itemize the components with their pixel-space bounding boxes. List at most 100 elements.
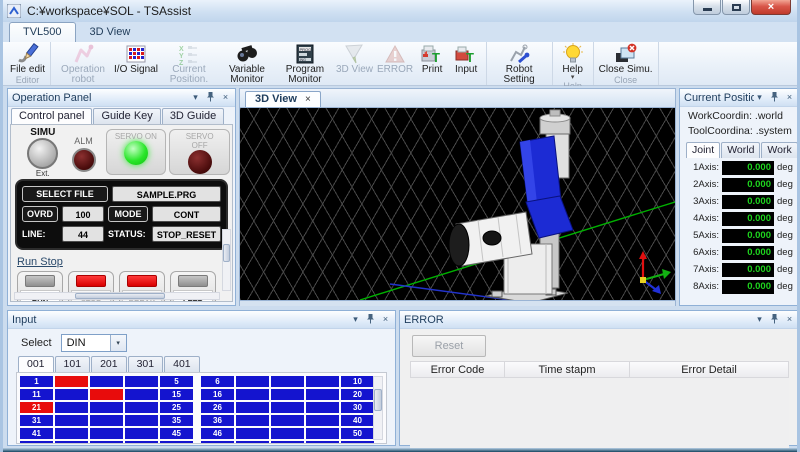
din-cell[interactable]: 25 <box>160 402 193 413</box>
chevron-down-icon[interactable]: ▾ <box>754 315 765 324</box>
close-button[interactable]: × <box>751 0 791 15</box>
grid-vertical-scrollbar[interactable] <box>373 376 383 440</box>
ribbon-button-close-simu[interactable]: Close Simu. <box>597 43 655 75</box>
ribbon-button-input[interactable]: TInput <box>449 43 483 75</box>
din-cell[interactable] <box>271 389 304 400</box>
din-cell[interactable] <box>341 441 374 444</box>
din-cell[interactable] <box>90 441 123 444</box>
servo-off-button[interactable]: SERVO OFF <box>169 129 230 175</box>
din-cell[interactable]: 11 <box>20 389 53 400</box>
din-cell[interactable] <box>125 415 158 426</box>
3d-viewport[interactable] <box>240 108 675 300</box>
din-cell[interactable] <box>90 415 123 426</box>
din-cell[interactable]: 36 <box>201 415 234 426</box>
din-cell[interactable]: 45 <box>160 428 193 439</box>
close-icon[interactable]: × <box>784 315 795 324</box>
tab-work[interactable]: Work <box>761 142 797 158</box>
din-cell[interactable] <box>236 376 269 387</box>
din-cell[interactable] <box>20 441 53 444</box>
ribbon-button-help[interactable]: Help▾ <box>556 43 590 81</box>
din-cell[interactable]: 30 <box>341 402 374 413</box>
ribbon-button-error[interactable]: ERROR <box>375 43 415 75</box>
tab-401[interactable]: 401 <box>164 356 200 372</box>
din-cell[interactable]: 21 <box>20 402 53 413</box>
tab-001[interactable]: 001 <box>18 356 54 372</box>
din-cell[interactable]: 10 <box>341 376 374 387</box>
din-cell[interactable] <box>125 376 158 387</box>
din-cell[interactable]: 15 <box>160 389 193 400</box>
ribbon-button-current-position[interactable]: XYZCurrent Position. <box>160 43 218 85</box>
servo-on-button[interactable]: SERVO ON <box>106 129 167 175</box>
tab-joint[interactable]: Joint <box>686 142 720 158</box>
signal-type-select[interactable]: DIN ▾ <box>61 334 127 352</box>
ribbon-button-robot-setting[interactable]: Robot Setting <box>490 43 548 85</box>
chevron-down-icon[interactable]: ▾ <box>110 335 126 351</box>
scrollbar-thumb[interactable] <box>223 244 230 262</box>
din-cell[interactable]: 26 <box>201 402 234 413</box>
pin-icon[interactable] <box>769 313 780 326</box>
chevron-down-icon[interactable]: ▾ <box>754 93 765 102</box>
tab-301[interactable]: 301 <box>128 356 164 372</box>
tab-3d-view[interactable]: 3D View × <box>245 91 321 107</box>
simu-lamp-icon[interactable] <box>27 138 58 169</box>
din-cell[interactable] <box>306 415 339 426</box>
din-cell[interactable]: 6 <box>201 376 234 387</box>
din-cell[interactable] <box>55 441 88 444</box>
din-cell[interactable]: 16 <box>201 389 234 400</box>
din-cell[interactable] <box>271 415 304 426</box>
operation-horizontal-scrollbar[interactable] <box>14 292 220 300</box>
pin-icon[interactable] <box>365 313 376 326</box>
reset-button[interactable]: Reset <box>412 335 486 357</box>
din-cell[interactable]: 46 <box>201 428 234 439</box>
pin-icon[interactable] <box>769 91 780 104</box>
select-file-button[interactable]: SELECT FILE <box>22 186 108 202</box>
din-cell[interactable] <box>306 441 339 444</box>
din-cell[interactable] <box>236 402 269 413</box>
din-cell[interactable] <box>160 441 193 444</box>
din-cell[interactable]: 1 <box>20 376 53 387</box>
din-cell[interactable] <box>55 402 88 413</box>
din-cell[interactable]: 41 <box>20 428 53 439</box>
operation-vertical-scrollbar[interactable] <box>222 229 231 291</box>
close-icon[interactable]: × <box>220 93 231 102</box>
scrollbar-thumb[interactable] <box>75 293 165 299</box>
din-cell[interactable] <box>90 376 123 387</box>
tab-201[interactable]: 201 <box>91 356 127 372</box>
din-cell[interactable] <box>125 441 158 444</box>
din-cell[interactable]: 20 <box>341 389 374 400</box>
tab-close-icon[interactable]: × <box>305 94 311 105</box>
ribbon-button-variable-monitor[interactable]: Variable Monitor <box>218 43 276 85</box>
maximize-button[interactable] <box>722 0 750 15</box>
din-cell[interactable] <box>306 402 339 413</box>
din-cell[interactable] <box>125 389 158 400</box>
ribbon-button-operation-robot[interactable]: Operation robot <box>54 43 112 85</box>
ribbon-button-program-monitor[interactable]: PROGINGProgram Monitor <box>276 43 334 85</box>
din-cell[interactable] <box>236 415 269 426</box>
ribbon-button-print[interactable]: TPrint <box>415 43 449 75</box>
ribbon-tab-3d-view[interactable]: 3D View <box>76 22 145 42</box>
chevron-down-icon[interactable]: ▾ <box>190 93 201 102</box>
scrollbar-thumb[interactable] <box>374 389 382 411</box>
din-cell[interactable] <box>271 441 304 444</box>
din-cell[interactable] <box>306 428 339 439</box>
din-cell[interactable] <box>306 389 339 400</box>
ribbon-button-3d-view[interactable]: 3D View <box>334 43 375 75</box>
din-cell[interactable] <box>55 389 88 400</box>
mode-button[interactable]: MODE <box>108 206 148 222</box>
ribbon-button-file-edit[interactable]: File edit <box>8 43 47 75</box>
din-cell[interactable] <box>55 415 88 426</box>
tab-101[interactable]: 101 <box>55 356 91 372</box>
din-cell[interactable] <box>125 428 158 439</box>
din-cell[interactable] <box>55 376 88 387</box>
minimize-button[interactable] <box>693 0 721 15</box>
tab-3d-guide[interactable]: 3D Guide <box>162 108 224 124</box>
din-cell[interactable] <box>90 402 123 413</box>
din-cell[interactable] <box>236 428 269 439</box>
tab-world[interactable]: World <box>721 142 760 158</box>
din-cell[interactable]: 5 <box>160 376 193 387</box>
simu-button[interactable]: SIMU Ext. <box>21 127 65 178</box>
din-cell[interactable]: 31 <box>20 415 53 426</box>
din-cell[interactable] <box>55 428 88 439</box>
pin-icon[interactable] <box>205 91 216 104</box>
ribbon-tab-tvl500[interactable]: TVL500 <box>9 22 76 42</box>
